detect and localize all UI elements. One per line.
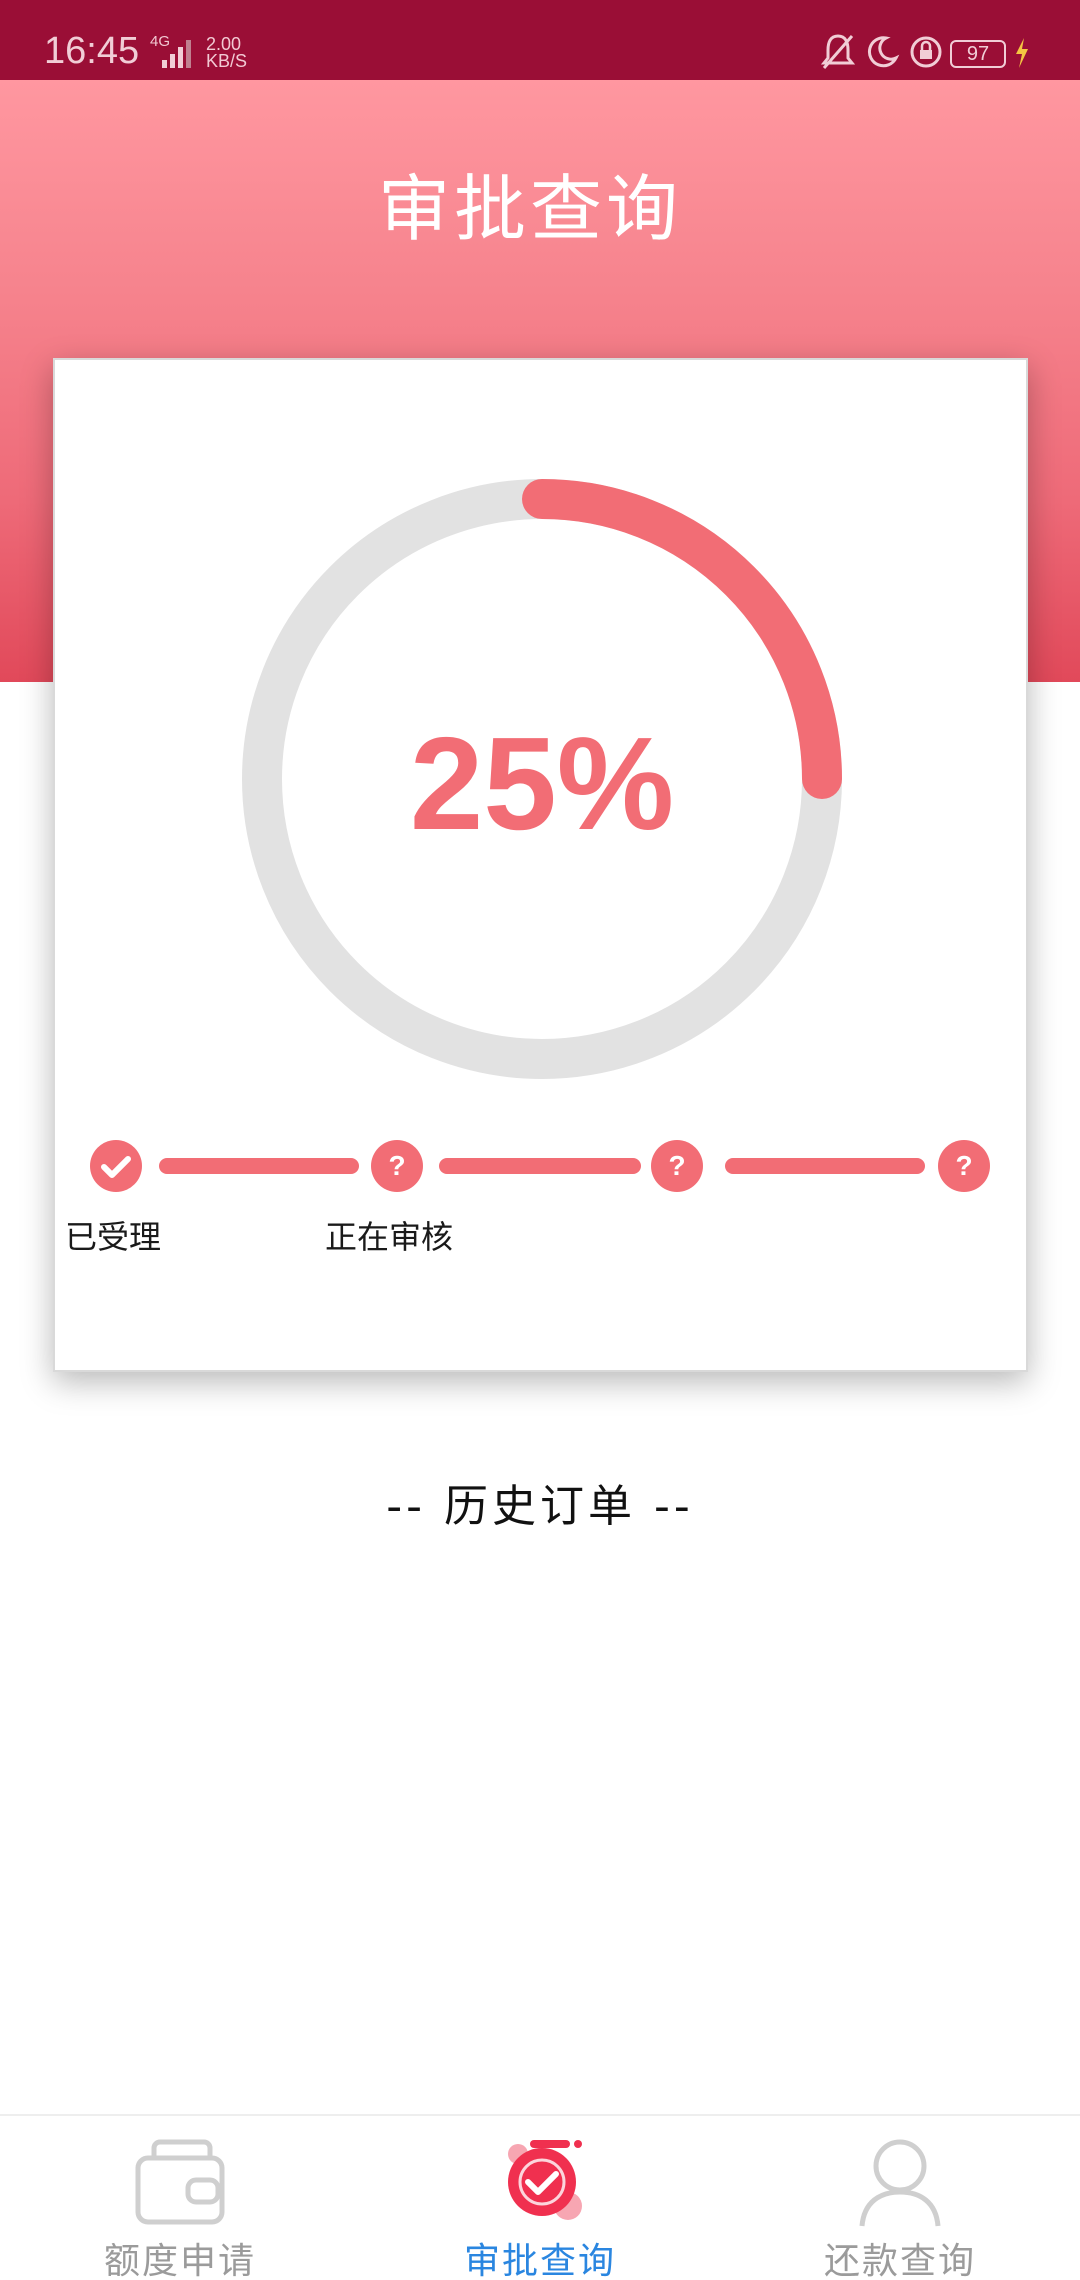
step-3-pending: ?	[651, 1140, 703, 1192]
tab-label: 还款查询	[823, 2241, 976, 2280]
check-icon	[101, 1156, 131, 1178]
step-connector-3	[725, 1158, 925, 1174]
question-icon: ?	[955, 1150, 973, 1181]
history-orders-title: -- 历史订单 --	[386, 1481, 694, 1532]
question-icon: ?	[388, 1150, 406, 1181]
speed-unit: KB/S	[206, 51, 248, 71]
tab-approval-query[interactable]: 审批查询	[360, 2116, 720, 2280]
battery-indicator: 97	[950, 40, 1006, 68]
step-1-label: 已受理	[65, 1218, 162, 1256]
tab-credit-apply[interactable]: 额度申请	[0, 2116, 360, 2280]
step-connector-2	[439, 1158, 641, 1174]
question-icon: ?	[668, 1150, 686, 1181]
bottom-tab-bar: 额度申请 审批查询 还款查询	[0, 2114, 1080, 2280]
wallet-icon	[135, 2139, 225, 2225]
step-2-pending: ?	[371, 1140, 423, 1192]
approval-progress-card: 25% ? ? ? 已受理 正在审核	[53, 358, 1028, 1372]
signal-icon	[162, 40, 191, 68]
rotation-lock-icon	[910, 36, 942, 68]
tab-label: 额度申请	[103, 2241, 256, 2280]
status-time: 16:45	[44, 30, 140, 72]
step-1-done	[90, 1140, 142, 1192]
user-icon	[859, 2139, 941, 2227]
charging-bolt-icon	[1016, 38, 1028, 68]
step-2-label: 正在审核	[325, 1218, 454, 1256]
network-speed: 2.00 KB/S	[206, 35, 248, 71]
approval-check-icon	[508, 2140, 582, 2220]
step-connector-1	[159, 1158, 359, 1174]
tab-repayment-query[interactable]: 还款查询	[720, 2116, 1080, 2280]
page-title: 审批查询	[377, 167, 682, 251]
bell-muted-icon	[820, 34, 856, 69]
progress-percent: 25%	[409, 710, 675, 857]
tab-label: 审批查询	[463, 2241, 616, 2280]
step-4-pending: ?	[938, 1140, 990, 1192]
moon-icon	[867, 36, 900, 68]
status-bar: 16:45 4G 2.00 KB/S 97	[0, 0, 1080, 80]
